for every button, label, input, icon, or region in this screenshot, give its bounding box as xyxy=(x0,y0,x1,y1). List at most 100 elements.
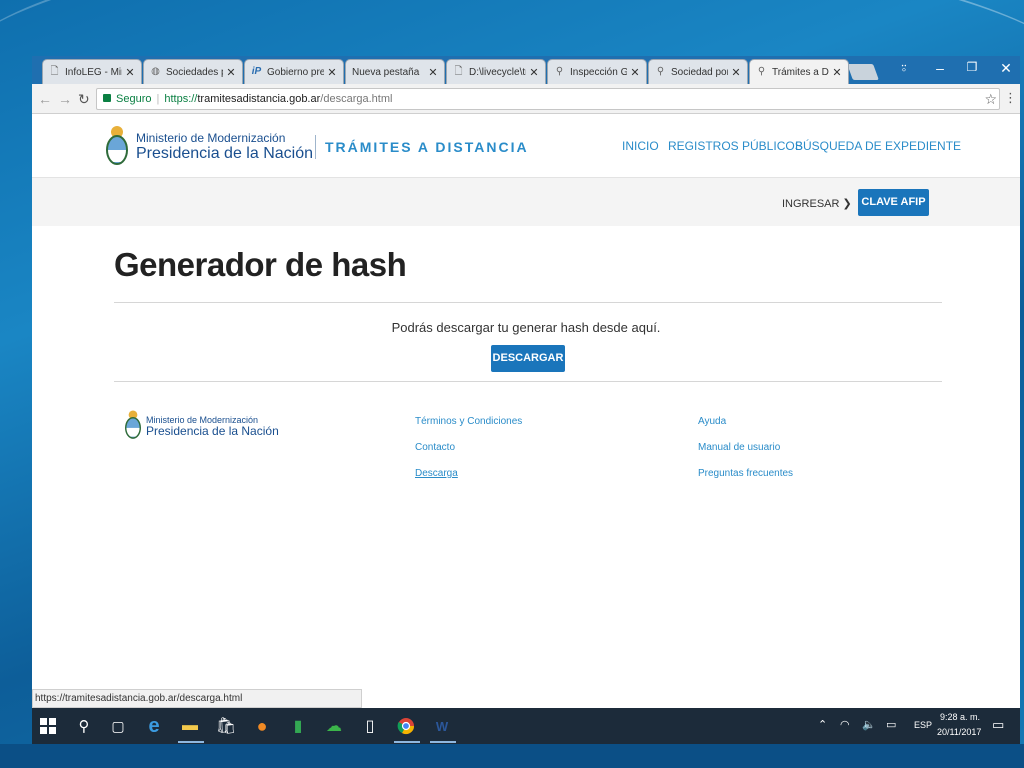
clock-time[interactable]: 9:28 a. m. xyxy=(940,712,980,722)
minimize-icon[interactable]: – xyxy=(930,60,950,76)
document-icon: 🗋 xyxy=(50,66,59,77)
tab-title: Sociedad por a xyxy=(671,66,728,78)
clave-afip-button[interactable]: CLAVE AFIP xyxy=(858,189,929,216)
edge-icon[interactable]: e xyxy=(144,715,164,737)
footer-link-contacto[interactable]: Contacto xyxy=(415,442,455,453)
footer-presidency-name: Presidencia de la Nación xyxy=(146,424,279,438)
nav-busqueda-expediente[interactable]: BÚSQUEDA DE EXPEDIENTE xyxy=(795,139,961,153)
argentina-seal-icon: ⚲ xyxy=(656,66,665,77)
firefox-icon[interactable]: ● xyxy=(252,716,272,736)
file-explorer-icon[interactable]: ▬ xyxy=(180,716,200,736)
close-icon[interactable]: ✕ xyxy=(832,66,842,79)
wifi-icon[interactable]: ◠ xyxy=(840,718,850,731)
blank-document-icon[interactable]: ▯ xyxy=(360,716,380,736)
volume-icon[interactable]: 🔈 xyxy=(862,718,876,731)
close-icon[interactable]: ✕ xyxy=(226,66,236,79)
keyboard-icon[interactable]: ▭ xyxy=(886,718,896,731)
ingresar-link[interactable]: INGRESAR ❯ xyxy=(782,197,852,210)
argentina-coat-of-arms-icon xyxy=(125,410,141,439)
chevron-up-icon[interactable]: ⌃ xyxy=(818,718,827,731)
secure-label: Seguro xyxy=(116,93,152,105)
footer-link-ayuda[interactable]: Ayuda xyxy=(698,416,726,427)
tab-nueva[interactable]: Nueva pestaña ✕ xyxy=(345,59,445,84)
divider xyxy=(114,302,942,303)
active-indicator xyxy=(178,741,204,743)
close-icon[interactable]: ✕ xyxy=(731,66,741,79)
forward-icon[interactable]: → xyxy=(58,91,72,107)
tab-tramites[interactable]: ⚲ Trámites a Dist ✕ xyxy=(749,59,849,84)
intro-text: Podrás descargar tu generar hash desde a… xyxy=(391,320,661,335)
ip-icon: iP xyxy=(251,66,262,77)
browser-window: 🗋 InfoLEG - Mini ✕ ◍ Sociedades po ✕ iP … xyxy=(32,56,1020,708)
footer-link-terminos[interactable]: Términos y Condiciones xyxy=(415,416,522,427)
status-bar-url: https://tramitesadistancia.gob.ar/descar… xyxy=(32,689,362,708)
nav-inicio[interactable]: INICIO xyxy=(622,139,659,153)
new-tab-button[interactable] xyxy=(847,64,879,80)
close-icon[interactable]: ✕ xyxy=(327,66,337,79)
active-indicator xyxy=(430,741,456,743)
url-scheme: https:// xyxy=(164,93,198,105)
login-bar: INGRESAR ❯ CLAVE AFIP xyxy=(32,178,1020,226)
tab-title: Inspección Ge xyxy=(570,66,627,78)
bookmark-star-icon[interactable]: ☆ xyxy=(984,89,997,109)
browser-toolbar: ← → ↻ Seguro | https://tramitesadistancia.… xyxy=(32,84,1020,114)
active-indicator xyxy=(394,741,420,743)
presidency-name: Presidencia de la Nación xyxy=(136,145,313,162)
profile-icon[interactable]: ⍤ xyxy=(894,60,914,77)
footer-link-manual[interactable]: Manual de usuario xyxy=(698,442,780,453)
tab-title: InfoLEG - Mini xyxy=(65,66,122,78)
tab-title: Trámites a Dist xyxy=(772,66,829,78)
divider xyxy=(114,381,942,382)
lock-icon xyxy=(103,94,111,102)
restore-icon[interactable]: ❐ xyxy=(962,60,982,74)
close-icon[interactable]: ✕ xyxy=(630,66,640,79)
reload-icon[interactable]: ↻ xyxy=(78,91,90,108)
tab-title: Sociedades po xyxy=(166,66,223,78)
close-icon[interactable]: ✕ xyxy=(428,66,438,79)
footer-link-descarga[interactable]: Descarga xyxy=(415,468,458,479)
menu-icon[interactable]: ⋮ xyxy=(1004,90,1017,106)
ministry-name: Ministerio de Modernización xyxy=(136,131,286,145)
task-view-icon[interactable]: ▢ xyxy=(108,716,128,736)
language-indicator[interactable]: ESP xyxy=(914,720,932,730)
store-icon[interactable]: 🛍 xyxy=(216,716,236,736)
download-button[interactable]: DESCARGAR xyxy=(491,345,565,372)
argentina-coat-of-arms-icon[interactable] xyxy=(105,124,129,168)
footer-link-preguntas[interactable]: Preguntas frecuentes xyxy=(698,468,793,479)
search-icon[interactable]: ⚲ xyxy=(74,716,94,736)
site-name[interactable]: TRÁMITES A DISTANCIA xyxy=(325,139,529,155)
clock-date[interactable]: 20/11/2017 xyxy=(937,727,981,737)
url-path: /descarga.html xyxy=(320,93,393,105)
tab-infoleg[interactable]: 🗋 InfoLEG - Mini ✕ xyxy=(42,59,142,84)
nav-registros-publicos[interactable]: REGISTROS PÚBLICOS xyxy=(668,139,803,153)
globe-icon: ◍ xyxy=(151,66,160,77)
address-bar[interactable]: Seguro | https://tramitesadistancia.gob.ar… xyxy=(96,88,1000,110)
ingresar-label: INGRESAR xyxy=(782,198,840,210)
tab-sociedad[interactable]: ⚲ Sociedad por a ✕ xyxy=(648,59,748,84)
page-title: Generador de hash xyxy=(114,246,407,283)
tab-gobierno[interactable]: iP Gobierno pret ✕ xyxy=(244,59,344,84)
tab-livecycle[interactable]: 🗋 D:\livecycle\tra ✕ xyxy=(446,59,546,84)
argentina-seal-icon: ⚲ xyxy=(555,66,564,77)
chevron-right-icon: ❯ xyxy=(842,198,852,210)
tab-sociedades[interactable]: ◍ Sociedades po ✕ xyxy=(143,59,243,84)
document-icon: 🗋 xyxy=(454,66,463,77)
windows-start-icon[interactable] xyxy=(38,716,58,736)
separator: | xyxy=(156,93,160,105)
word-icon[interactable]: W xyxy=(432,716,452,736)
tab-title: Gobierno pret xyxy=(267,66,324,78)
back-icon[interactable]: ← xyxy=(38,91,52,107)
argentina-seal-icon: ⚲ xyxy=(757,66,766,77)
notifications-icon[interactable]: ▭ xyxy=(992,717,1004,733)
evernote-icon[interactable]: ▮ xyxy=(288,716,308,736)
brand-divider xyxy=(315,135,316,159)
tab-inspeccion[interactable]: ⚲ Inspección Ge ✕ xyxy=(547,59,647,84)
tab-title: D:\livecycle\tra xyxy=(469,66,526,78)
slide-footer-band xyxy=(0,744,1024,768)
chrome-icon[interactable] xyxy=(396,716,416,736)
close-window-icon[interactable]: ✕ xyxy=(996,60,1016,77)
close-icon[interactable]: ✕ xyxy=(125,66,135,79)
cloud-app-icon[interactable]: ☁ xyxy=(324,716,344,736)
tab-strip: 🗋 InfoLEG - Mini ✕ ◍ Sociedades po ✕ iP … xyxy=(32,56,1020,84)
close-icon[interactable]: ✕ xyxy=(529,66,539,79)
